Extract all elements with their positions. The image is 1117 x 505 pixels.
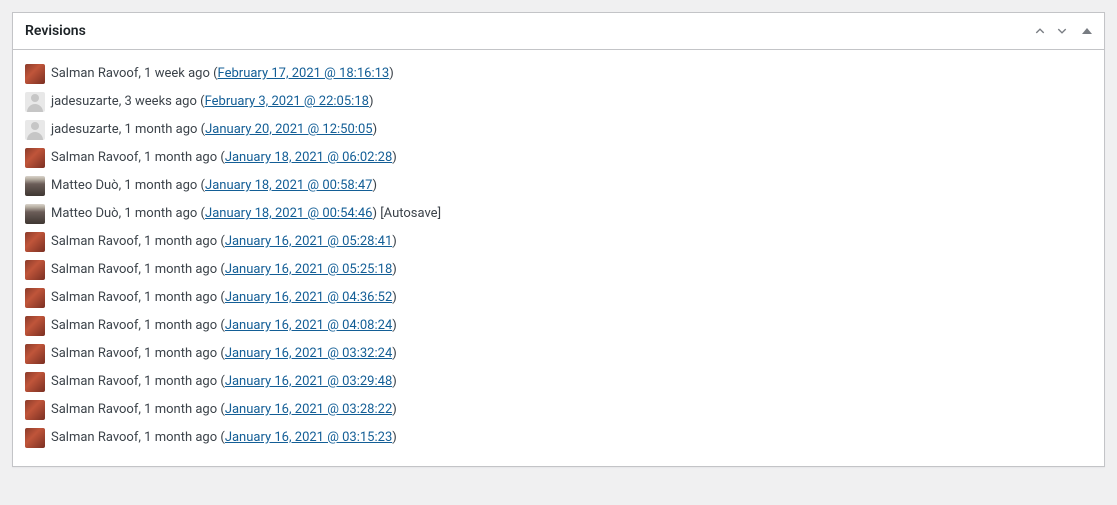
revision-ago: 1 month ago xyxy=(144,150,217,165)
move-down-button[interactable] xyxy=(1052,21,1072,41)
revision-timestamp-link[interactable]: February 3, 2021 @ 22:05:18 xyxy=(205,94,369,109)
move-up-button[interactable] xyxy=(1030,21,1050,41)
revision-author: Salman Ravoof xyxy=(51,66,138,81)
revision-text: Matteo Duò, 1 month ago (January 18, 202… xyxy=(51,176,377,196)
revision-ago: 1 month ago xyxy=(124,206,197,221)
revision-timestamp-link[interactable]: January 16, 2021 @ 04:08:24 xyxy=(225,318,392,333)
revision-timestamp-link[interactable]: January 16, 2021 @ 05:25:18 xyxy=(225,262,392,277)
avatar xyxy=(25,260,45,280)
revision-author: jadesuzarte xyxy=(51,122,119,137)
revision-item: Salman Ravoof, 1 week ago (February 17, … xyxy=(25,60,1092,88)
revisions-panel-body: Salman Ravoof, 1 week ago (February 17, … xyxy=(13,50,1104,466)
avatar xyxy=(25,92,45,112)
chevron-down-icon xyxy=(1055,24,1069,38)
avatar xyxy=(25,428,45,448)
avatar xyxy=(25,64,45,84)
revision-item: jadesuzarte, 1 month ago (January 20, 20… xyxy=(25,116,1092,144)
revision-text: Salman Ravoof, 1 month ago (January 16, … xyxy=(51,428,397,448)
revision-text: jadesuzarte, 1 month ago (January 20, 20… xyxy=(51,120,377,140)
revision-author: Salman Ravoof xyxy=(51,374,138,389)
revision-text: jadesuzarte, 3 weeks ago (February 3, 20… xyxy=(51,92,373,112)
revision-text: Salman Ravoof, 1 month ago (January 16, … xyxy=(51,260,397,280)
revision-timestamp-link[interactable]: February 17, 2021 @ 18:16:13 xyxy=(218,66,390,81)
avatar xyxy=(25,120,45,140)
avatar xyxy=(25,232,45,252)
revision-suffix: [Autosave] xyxy=(377,206,441,221)
revision-text: Salman Ravoof, 1 month ago (January 16, … xyxy=(51,288,397,308)
revision-timestamp-link[interactable]: January 18, 2021 @ 06:02:28 xyxy=(225,150,392,165)
revision-item: Matteo Duò, 1 month ago (January 18, 202… xyxy=(25,172,1092,200)
revision-item: Salman Ravoof, 1 month ago (January 16, … xyxy=(25,284,1092,312)
revision-text: Matteo Duò, 1 month ago (January 18, 202… xyxy=(51,204,441,224)
revision-ago: 1 month ago xyxy=(124,122,197,137)
revision-author: Salman Ravoof xyxy=(51,234,138,249)
revision-author: Matteo Duò xyxy=(51,178,119,193)
revision-author: jadesuzarte xyxy=(51,94,119,109)
panel-handle-actions xyxy=(1030,21,1104,41)
revision-timestamp-link[interactable]: January 20, 2021 @ 12:50:05 xyxy=(205,122,372,137)
toggle-panel-button[interactable] xyxy=(1074,21,1094,41)
revision-text: Salman Ravoof, 1 month ago (January 16, … xyxy=(51,232,397,252)
revision-timestamp-link[interactable]: January 16, 2021 @ 04:36:52 xyxy=(225,290,392,305)
avatar xyxy=(25,204,45,224)
revision-item: Salman Ravoof, 1 month ago (January 16, … xyxy=(25,228,1092,256)
revision-text: Salman Ravoof, 1 month ago (January 16, … xyxy=(51,344,397,364)
revision-timestamp-link[interactable]: January 18, 2021 @ 00:58:47 xyxy=(205,178,372,193)
revision-author: Salman Ravoof xyxy=(51,318,138,333)
revision-item: Matteo Duò, 1 month ago (January 18, 202… xyxy=(25,200,1092,228)
revision-item: Salman Ravoof, 1 month ago (January 16, … xyxy=(25,396,1092,424)
revision-item: Salman Ravoof, 1 month ago (January 16, … xyxy=(25,340,1092,368)
avatar xyxy=(25,400,45,420)
revision-item: Salman Ravoof, 1 month ago (January 18, … xyxy=(25,144,1092,172)
revision-text: Salman Ravoof, 1 month ago (January 16, … xyxy=(51,316,397,336)
revision-item: Salman Ravoof, 1 month ago (January 16, … xyxy=(25,312,1092,340)
revision-ago: 1 month ago xyxy=(144,346,217,361)
panel-title: Revisions xyxy=(13,13,98,49)
triangle-up-icon xyxy=(1082,28,1092,34)
revision-text: Salman Ravoof, 1 week ago (February 17, … xyxy=(51,64,394,84)
revision-text: Salman Ravoof, 1 month ago (January 16, … xyxy=(51,400,397,420)
avatar xyxy=(25,316,45,336)
revision-author: Salman Ravoof xyxy=(51,346,138,361)
revision-timestamp-link[interactable]: January 16, 2021 @ 03:28:22 xyxy=(225,402,392,417)
revision-timestamp-link[interactable]: January 16, 2021 @ 03:32:24 xyxy=(225,346,392,361)
revision-author: Matteo Duò xyxy=(51,206,119,221)
chevron-up-icon xyxy=(1033,24,1047,38)
revision-text: Salman Ravoof, 1 month ago (January 18, … xyxy=(51,148,397,168)
revision-timestamp-link[interactable]: January 16, 2021 @ 03:29:48 xyxy=(225,374,392,389)
revision-item: Salman Ravoof, 1 month ago (January 16, … xyxy=(25,424,1092,452)
revision-ago: 1 month ago xyxy=(144,430,217,445)
revision-ago: 1 week ago xyxy=(144,66,210,81)
avatar xyxy=(25,288,45,308)
revision-ago: 1 month ago xyxy=(144,234,217,249)
revision-item: Salman Ravoof, 1 month ago (January 16, … xyxy=(25,368,1092,396)
revision-ago: 1 month ago xyxy=(144,374,217,389)
revision-timestamp-link[interactable]: January 18, 2021 @ 00:54:46 xyxy=(205,206,372,221)
revision-author: Salman Ravoof xyxy=(51,262,138,277)
revision-author: Salman Ravoof xyxy=(51,290,138,305)
revision-item: Salman Ravoof, 1 month ago (January 16, … xyxy=(25,256,1092,284)
revision-ago: 1 month ago xyxy=(144,402,217,417)
revision-ago: 1 month ago xyxy=(144,318,217,333)
avatar xyxy=(25,176,45,196)
avatar xyxy=(25,344,45,364)
revision-timestamp-link[interactable]: January 16, 2021 @ 03:15:23 xyxy=(225,430,392,445)
revision-author: Salman Ravoof xyxy=(51,402,138,417)
revision-timestamp-link[interactable]: January 16, 2021 @ 05:28:41 xyxy=(225,234,392,249)
revision-author: Salman Ravoof xyxy=(51,430,138,445)
revision-ago: 1 month ago xyxy=(144,262,217,277)
revision-item: jadesuzarte, 3 weeks ago (February 3, 20… xyxy=(25,88,1092,116)
revision-ago: 1 month ago xyxy=(124,178,197,193)
revision-ago: 3 weeks ago xyxy=(124,94,196,109)
revision-ago: 1 month ago xyxy=(144,290,217,305)
avatar xyxy=(25,372,45,392)
revision-author: Salman Ravoof xyxy=(51,150,138,165)
avatar xyxy=(25,148,45,168)
revisions-list: Salman Ravoof, 1 week ago (February 17, … xyxy=(25,60,1092,452)
revisions-panel-header: Revisions xyxy=(13,13,1104,50)
revision-text: Salman Ravoof, 1 month ago (January 16, … xyxy=(51,372,397,392)
revisions-panel: Revisions Salman Ravoof, 1 week ago (Feb… xyxy=(12,12,1105,467)
